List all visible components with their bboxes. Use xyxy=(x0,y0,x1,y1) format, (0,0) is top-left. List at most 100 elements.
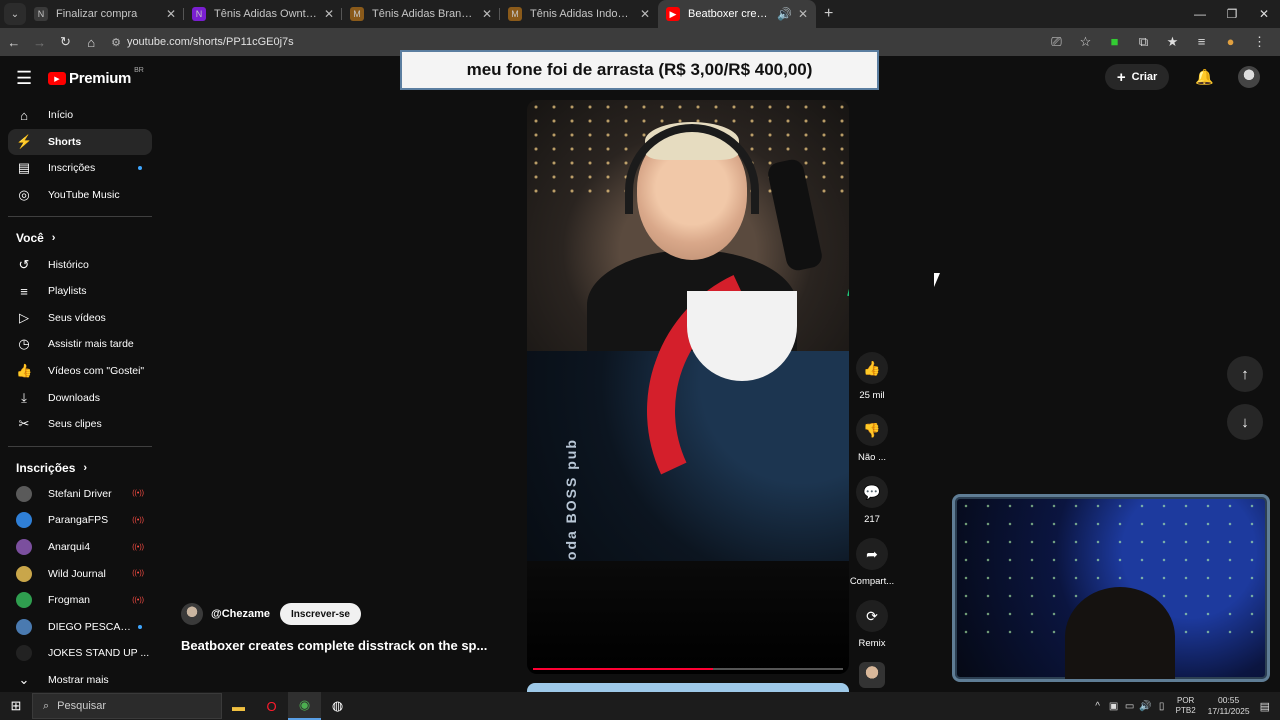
back-icon[interactable]: ← xyxy=(2,35,26,50)
minimize-icon[interactable]: — xyxy=(1184,0,1216,28)
cast-icon[interactable]: ⎚ xyxy=(1042,34,1071,50)
sidebar-item[interactable]: ▤ Inscrições xyxy=(8,155,152,182)
channel-avatar xyxy=(16,512,32,529)
sidebar-main-section: ⌂ Início ⚡ Shorts ▤ Inscrições ◎ YouTube Music xyxy=(8,102,152,208)
obs-icon[interactable]: ◍ xyxy=(321,692,354,720)
notifications-bell-icon[interactable]: 🔔 xyxy=(1195,68,1214,86)
youtube-logo-text[interactable]: Premium xyxy=(69,70,131,87)
sidebar-item[interactable]: ✂ Seus clipes xyxy=(8,411,152,438)
tab-audio-icon[interactable]: 🔊 xyxy=(777,7,792,21)
reload-icon[interactable]: ↻ xyxy=(54,34,78,50)
sidebar-item[interactable]: ≡ Playlists xyxy=(8,278,152,305)
subscription-channel[interactable]: DIEGO PESCADO... xyxy=(8,614,152,641)
remix-button[interactable]: ⟳ xyxy=(856,600,888,632)
browser-tab[interactable]: M Tênis Adidas Indoor Ligra 8 Ma ✕ xyxy=(500,0,658,28)
user-avatar[interactable] xyxy=(1238,66,1260,88)
sidebar-item[interactable]: ⌂ Início xyxy=(8,102,152,129)
extension-green-icon[interactable]: ■ xyxy=(1100,34,1129,50)
close-tab-icon[interactable]: ✕ xyxy=(166,7,176,21)
chrome-icon[interactable]: ◉ xyxy=(288,692,321,720)
favorites-icon[interactable]: ★ xyxy=(1158,34,1187,50)
region-code: BR xyxy=(134,67,144,74)
show-hidden-icons-icon[interactable]: ^ xyxy=(1090,701,1106,712)
toolbar-icons: ⎚ ☆ ■ ⧉ ★ ≡ ● ⋮ xyxy=(1042,34,1274,50)
media-control-icon[interactable]: ≡ xyxy=(1187,34,1216,50)
browser-tab[interactable]: M Tênis Adidas Branco Own the G ✕ xyxy=(342,0,500,28)
youtube-header-left: ☰ ▶ Premium BR xyxy=(16,67,144,89)
channel-avatar xyxy=(16,592,32,609)
dislike-button[interactable]: 👎 xyxy=(856,414,888,446)
create-button[interactable]: + Criar xyxy=(1104,64,1170,90)
close-tab-icon[interactable]: ✕ xyxy=(798,7,808,21)
menu-hamburger-icon[interactable]: ☰ xyxy=(16,68,32,89)
channel-avatar xyxy=(16,565,32,582)
webcam-person xyxy=(1065,587,1175,679)
tray-app-icon[interactable]: ▣ xyxy=(1106,701,1122,712)
like-action: 👍 25 mil xyxy=(849,352,895,401)
next-short-button[interactable]: ↓ xyxy=(1227,404,1263,440)
sidebar-item[interactable]: 👍 Vídeos com "Gostei" xyxy=(8,358,152,385)
video-progress-bar[interactable] xyxy=(533,668,843,670)
channel-name[interactable]: @Chezame xyxy=(211,608,270,620)
comments-button[interactable]: 💬 xyxy=(856,476,888,508)
taskbar-search[interactable]: ⌕ Pesquisar xyxy=(32,693,222,719)
browser-menu-icon[interactable]: ⋮ xyxy=(1245,34,1274,50)
audio-source-thumbnail[interactable] xyxy=(859,662,885,688)
subscription-channel[interactable]: JOKES STAND UP ... xyxy=(8,640,152,667)
show-more-button[interactable]: ⌄ Mostrar mais xyxy=(8,667,152,694)
share-button[interactable]: ➦ xyxy=(856,538,888,570)
youtube-logo-icon[interactable]: ▶ xyxy=(48,72,66,85)
volume-icon[interactable]: 🔊 xyxy=(1138,701,1154,712)
downloads-icon: ⤓ xyxy=(21,389,27,405)
sidebar-item[interactable]: ↺ Histórico xyxy=(8,251,152,278)
subscription-channel[interactable]: ParangaFPS ((•)) xyxy=(8,507,152,534)
sidebar-item[interactable]: ◷ Assistir mais tarde xyxy=(8,331,152,358)
tab-search-icon[interactable]: ⌄ xyxy=(4,3,26,25)
notifications-icon[interactable]: ▤ xyxy=(1260,700,1270,713)
previous-short-button[interactable]: ↑ xyxy=(1227,356,1263,392)
close-tab-icon[interactable]: ✕ xyxy=(482,7,492,21)
site-info-icon[interactable]: ⚙ xyxy=(111,36,121,49)
browser-tab[interactable]: ▶ Beatboxer creates complete 🔊 ✕ xyxy=(658,0,816,28)
close-window-icon[interactable]: ✕ xyxy=(1248,0,1280,28)
windows-start-icon[interactable]: ⊞ xyxy=(0,698,32,714)
sidebar-item[interactable]: ◎ YouTube Music xyxy=(8,182,152,209)
battery-icon[interactable]: ▯ xyxy=(1154,701,1170,712)
close-tab-icon[interactable]: ✕ xyxy=(324,7,334,21)
remix-label: Remix xyxy=(858,638,886,649)
forward-icon[interactable]: → xyxy=(28,35,52,50)
bookmark-star-icon[interactable]: ☆ xyxy=(1071,34,1100,50)
subscription-channel[interactable]: Stefani Driver ((•)) xyxy=(8,481,152,508)
network-icon[interactable]: ▭ xyxy=(1122,701,1138,712)
new-tab-icon[interactable]: + xyxy=(824,5,833,23)
plus-icon: + xyxy=(1116,68,1126,86)
browser-tab[interactable]: N Finalizar compra ✕ xyxy=(26,0,184,28)
extensions-icon[interactable]: ⧉ xyxy=(1129,34,1158,50)
close-tab-icon[interactable]: ✕ xyxy=(640,7,650,21)
channel-avatar[interactable] xyxy=(181,603,203,625)
profile-avatar-icon[interactable]: ● xyxy=(1216,34,1245,50)
shorts-video-player[interactable]: v-moda BOSS pub xyxy=(527,100,849,674)
opera-icon[interactable]: O xyxy=(255,692,288,720)
sidebar-heading-you[interactable]: Você › xyxy=(8,225,152,251)
subscribe-button[interactable]: Inscrever-se xyxy=(280,603,361,625)
like-button[interactable]: 👍 xyxy=(856,352,888,384)
clock[interactable]: 00:55 17/11/2025 xyxy=(1208,695,1250,717)
subscription-channel[interactable]: Anarqui4 ((•)) xyxy=(8,534,152,561)
home-button-icon[interactable]: ⌂ xyxy=(79,35,103,50)
watch-later-icon: ◷ xyxy=(18,336,30,352)
sidebar-item-label: Seus vídeos xyxy=(48,311,106,324)
sidebar-item[interactable]: ▷ Seus vídeos xyxy=(8,305,152,332)
browser-tab[interactable]: N Tênis Adidas Ownthegame 3.0 | ✕ xyxy=(184,0,342,28)
live-indicator-icon: ((•)) xyxy=(132,543,144,551)
sidebar-item[interactable]: ⚡ Shorts xyxy=(8,128,152,156)
dislike-action: 👎 Não ... xyxy=(849,414,895,463)
sidebar-heading-subscriptions[interactable]: Inscrições › xyxy=(8,455,152,481)
video-title[interactable]: Beatboxer creates complete disstrack on … xyxy=(181,638,487,653)
subscription-channel[interactable]: Wild Journal ((•)) xyxy=(8,560,152,587)
file-explorer-icon[interactable]: ▬ xyxy=(222,692,255,720)
restore-icon[interactable]: ❐ xyxy=(1216,0,1248,28)
language-indicator[interactable]: POR PTB2 xyxy=(1176,696,1196,716)
subscription-channel[interactable]: Frogman ((•)) xyxy=(8,587,152,614)
sidebar-item[interactable]: ⤓ Downloads xyxy=(8,384,152,411)
